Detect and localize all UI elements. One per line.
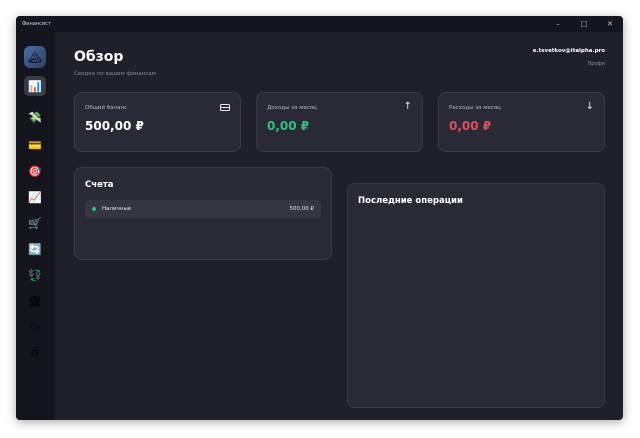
sidebar-item-cards[interactable]: 💳 <box>24 135 46 155</box>
sidebar-item-currency[interactable]: 💱 <box>24 265 46 285</box>
bank-icon: 🏛 <box>28 294 42 308</box>
minimize-button[interactable]: – <box>545 16 571 32</box>
sidebar-item-transactions[interactable]: 💸 <box>24 107 46 127</box>
accounts-panel: Счета Наличные 500,00 ₽ <box>74 167 332 260</box>
balance-card: Общий баланс 500,00 ₽ <box>74 92 241 152</box>
expense-label: Расходы за месяц <box>449 105 501 111</box>
user-email[interactable]: e.tsvetkov@italpha.pro <box>533 48 605 54</box>
sidebar-item-shopping[interactable]: 🛒 <box>24 213 46 233</box>
title-bar: Финансист – □ ✕ <box>16 16 623 32</box>
tag-icon: 🏷 <box>28 320 42 334</box>
income-label: Доходы за месяц <box>267 105 317 111</box>
sidebar-item-tags[interactable]: 🏷 <box>24 317 46 337</box>
arrow-down-icon: ↓ <box>585 101 594 112</box>
chart-icon: 📊 <box>28 79 42 93</box>
wallet-icon <box>220 101 230 115</box>
target-icon: 🎯 <box>28 164 42 178</box>
main-content: Обзор Сводка по вашим финансам e.tsvetko… <box>55 32 623 420</box>
refresh-icon: 🔄 <box>28 242 42 256</box>
maximize-button[interactable]: □ <box>571 16 597 32</box>
credit-card-icon: 💳 <box>28 138 42 152</box>
profile-avatar[interactable]: 🏔 <box>24 46 46 68</box>
account-row[interactable]: Наличные 500,00 ₽ <box>85 200 321 218</box>
recent-transactions-panel: Последние операции <box>347 183 605 408</box>
gear-icon: ⚙ <box>30 346 40 360</box>
account-amount: 500,00 ₽ <box>289 206 315 212</box>
sidebar-item-dashboard[interactable]: 📊 <box>24 76 46 96</box>
sidebar: 🏔 📊 💸 💳 🎯 📈 🛒 🔄 💱 🏛 🏷 ⚙ <box>16 32 55 420</box>
income-card: Доходы за месяц 0,00 ₽ ↑ <box>256 92 423 152</box>
cart-icon: 🛒 <box>28 216 42 230</box>
expense-value: 0,00 ₽ <box>449 119 492 133</box>
line-chart-icon: 📈 <box>28 190 42 204</box>
app-window: Финансист – □ ✕ 🏔 📊 💸 💳 🎯 📈 🛒 🔄 💱 🏛 🏷 ⚙ … <box>16 16 623 420</box>
sidebar-item-storage[interactable]: 🏛 <box>24 291 46 311</box>
sidebar-item-subscriptions[interactable]: 🔄 <box>24 239 46 259</box>
balance-value: 500,00 ₽ <box>85 119 144 133</box>
sidebar-item-settings[interactable]: ⚙ <box>24 343 46 363</box>
sidebar-item-analytics[interactable]: 📈 <box>24 187 46 207</box>
income-value: 0,00 ₽ <box>267 119 310 133</box>
currency-exchange-icon: 💱 <box>28 268 42 282</box>
app-title: Финансист <box>22 21 51 27</box>
arrow-up-icon: ↑ <box>403 101 412 112</box>
accounts-title: Счета <box>85 180 114 190</box>
account-name: Наличные <box>102 206 132 212</box>
sidebar-item-goals[interactable]: 🎯 <box>24 161 46 181</box>
close-button[interactable]: ✕ <box>597 16 623 32</box>
account-status-dot <box>92 207 96 211</box>
user-plan-badge: Профи <box>587 61 605 67</box>
expense-card: Расходы за месяц 0,00 ₽ ↓ <box>438 92 605 152</box>
money-icon: 💸 <box>28 110 42 124</box>
window-controls: – □ ✕ <box>545 16 623 32</box>
balance-label: Общий баланс <box>85 105 128 111</box>
page-title: Обзор <box>74 49 124 65</box>
recent-transactions-title: Последние операции <box>358 196 463 206</box>
page-subtitle: Сводка по вашим финансам <box>74 71 156 77</box>
